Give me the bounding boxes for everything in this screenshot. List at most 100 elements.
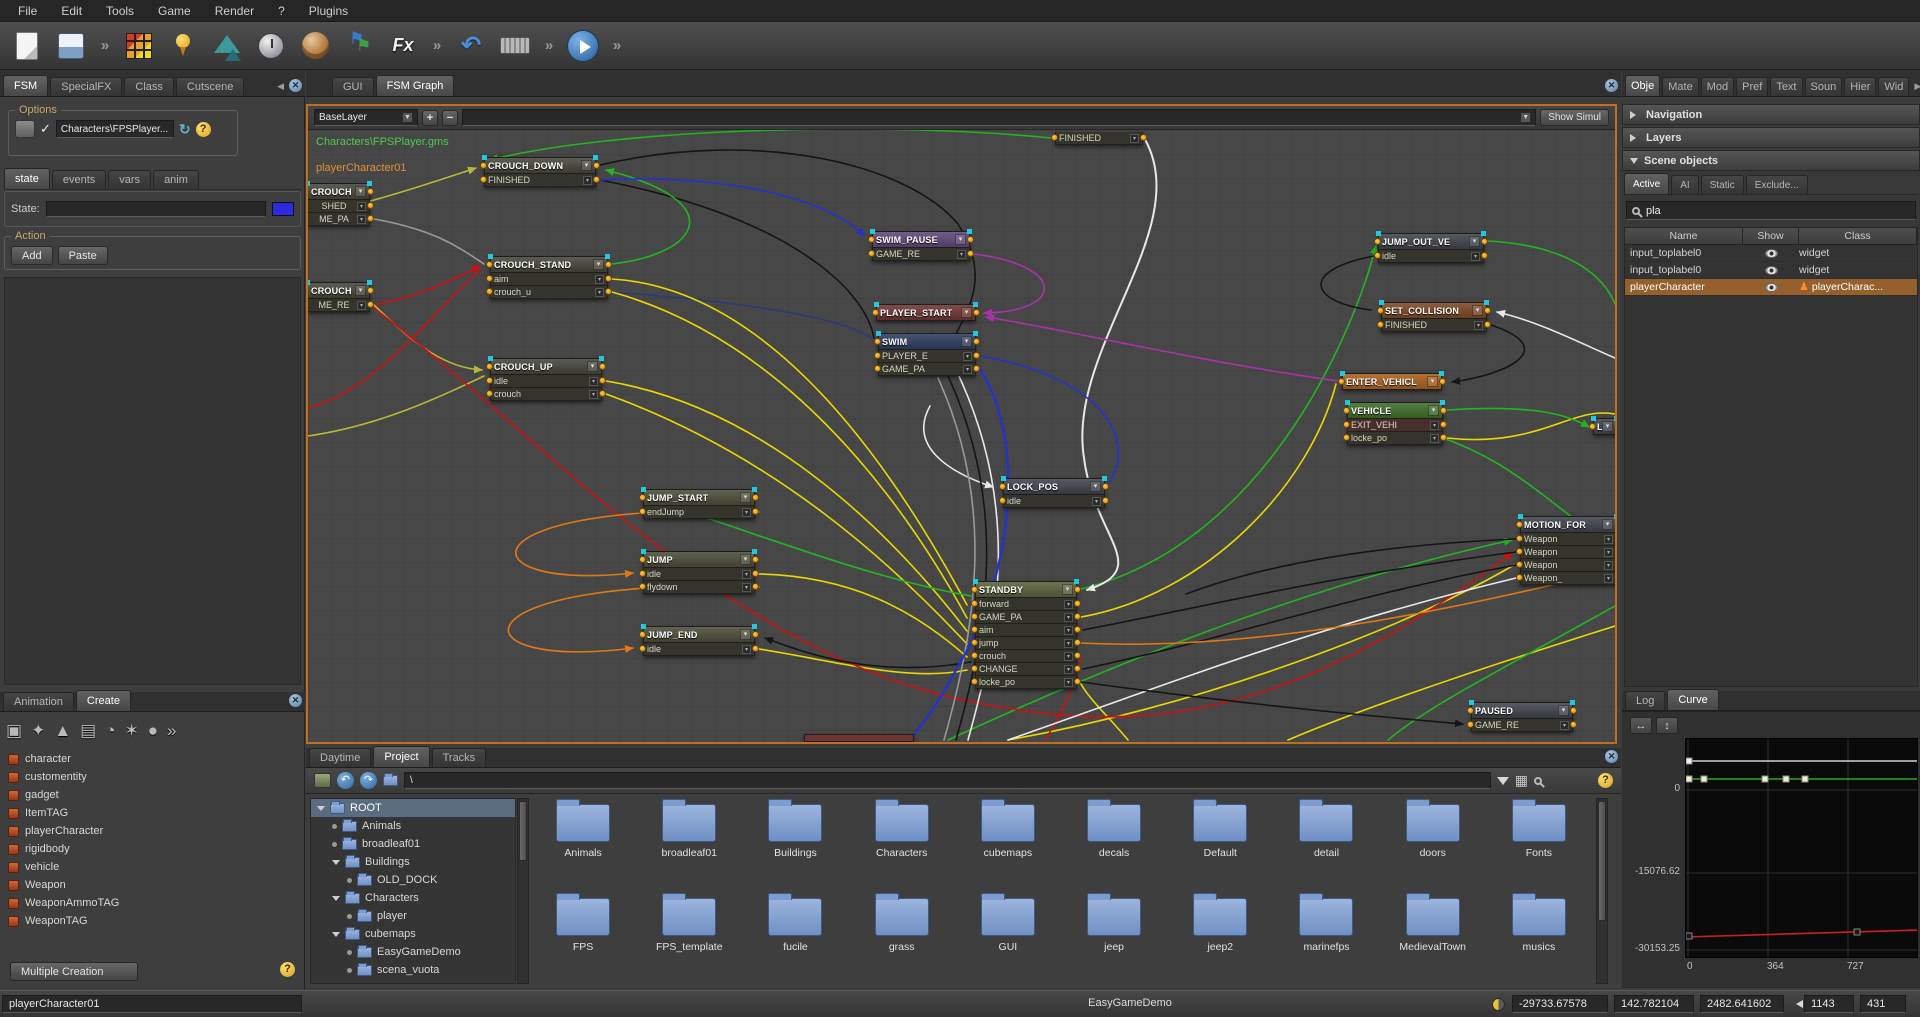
menu-item-file[interactable]: File bbox=[6, 0, 49, 22]
port-dot[interactable] bbox=[1074, 639, 1081, 646]
port-dot[interactable] bbox=[367, 202, 374, 209]
folder-item-broadleaf01[interactable]: broadleaf01 bbox=[636, 798, 742, 892]
port-dot[interactable] bbox=[599, 377, 606, 384]
folder-item-gui[interactable]: GUI bbox=[955, 892, 1061, 986]
port-dot[interactable] bbox=[1467, 721, 1474, 728]
folder-item-fps[interactable]: FPS bbox=[530, 892, 636, 986]
overflow-icon[interactable]: » bbox=[167, 721, 176, 741]
fsm-node-player-start[interactable]: PLAYER_START bbox=[876, 304, 976, 321]
tab-fsm[interactable]: FSM bbox=[3, 75, 48, 96]
eye-icon[interactable] bbox=[1765, 249, 1778, 258]
row-dropdown-icon[interactable] bbox=[595, 288, 604, 297]
tab-ai[interactable]: AI bbox=[1671, 175, 1698, 194]
row-dropdown-icon[interactable] bbox=[1560, 721, 1569, 730]
port-dot[interactable] bbox=[874, 338, 881, 345]
tree-item-cubemaps[interactable]: cubemaps bbox=[311, 925, 515, 943]
port-dot[interactable] bbox=[1051, 134, 1058, 141]
curve-line[interactable] bbox=[1686, 930, 1918, 937]
folder-item-buildings[interactable]: Buildings bbox=[742, 798, 848, 892]
import-icon[interactable] bbox=[314, 773, 331, 788]
port-dot[interactable] bbox=[639, 508, 646, 515]
node-transition-row[interactable]: crouch bbox=[490, 388, 602, 401]
port-dot[interactable] bbox=[1516, 574, 1523, 581]
port-dot[interactable] bbox=[486, 377, 493, 384]
tab-specialfx[interactable]: SpecialFX bbox=[50, 77, 122, 96]
row-dropdown-icon[interactable] bbox=[742, 583, 751, 592]
port-dot[interactable] bbox=[593, 162, 600, 169]
sphere-icon[interactable]: ● bbox=[148, 721, 158, 741]
port-dot[interactable] bbox=[486, 390, 493, 397]
node-dropdown-icon[interactable] bbox=[1062, 584, 1073, 595]
fsm-node-crouch[interactable]: CROUCHSHEDME_PA bbox=[308, 183, 370, 226]
node-title-bar[interactable]: SWIM bbox=[878, 333, 976, 350]
fsm-node-vehicle[interactable]: VEHICLEEXIT_VEHIlocke_po bbox=[1347, 402, 1443, 445]
row-dropdown-icon[interactable] bbox=[957, 250, 966, 259]
folder-up-icon[interactable] bbox=[383, 775, 398, 786]
multiple-creation-button[interactable]: Multiple Creation bbox=[10, 962, 138, 981]
port-dot[interactable] bbox=[1467, 707, 1474, 714]
port-dot[interactable] bbox=[1440, 434, 1447, 441]
port-dot[interactable] bbox=[605, 275, 612, 282]
row-dropdown-icon[interactable] bbox=[589, 377, 598, 386]
node-dropdown-icon[interactable] bbox=[955, 234, 966, 245]
port-dot[interactable] bbox=[1481, 252, 1488, 259]
curve-plot[interactable] bbox=[1685, 738, 1918, 958]
fsm-node-jump-start[interactable]: JUMP_STARTendJump bbox=[643, 489, 755, 519]
forward-icon[interactable]: ↷ bbox=[360, 772, 377, 789]
row-dropdown-icon[interactable] bbox=[1092, 497, 1101, 506]
folder-item-marinefps[interactable]: marinefps bbox=[1273, 892, 1379, 986]
port-dot[interactable] bbox=[1074, 600, 1081, 607]
node-title-bar[interactable]: JUMP_OUT_VE bbox=[1378, 233, 1484, 250]
port-dot[interactable] bbox=[752, 645, 759, 652]
node-transition-row[interactable]: idle bbox=[643, 568, 755, 581]
row-dropdown-icon[interactable] bbox=[742, 570, 751, 579]
path-field[interactable]: \ bbox=[404, 772, 1491, 789]
curve-keyframe[interactable] bbox=[1686, 758, 1692, 764]
curve-keyframe[interactable] bbox=[1701, 776, 1707, 782]
port-dot[interactable] bbox=[1516, 535, 1523, 542]
node-dropdown-icon[interactable] bbox=[1469, 236, 1480, 247]
row-dropdown-icon[interactable] bbox=[963, 365, 972, 374]
node-title-bar[interactable]: STANDBY bbox=[975, 581, 1077, 598]
expander-open-icon[interactable] bbox=[317, 806, 325, 815]
create-item-vehicle[interactable]: vehicle bbox=[2, 858, 302, 876]
tree-item-root[interactable]: ROOT bbox=[311, 799, 515, 817]
node-title-bar[interactable]: JUMP_START bbox=[643, 489, 755, 506]
node-dropdown-icon[interactable] bbox=[961, 336, 972, 347]
create-item-weapon[interactable]: Weapon bbox=[2, 876, 302, 894]
port-dot[interactable] bbox=[973, 309, 980, 316]
row-dropdown-icon[interactable] bbox=[583, 176, 592, 185]
timer-icon[interactable]: ◔ bbox=[105, 721, 115, 741]
fsm-node-lo[interactable]: LO bbox=[1593, 418, 1617, 435]
tab-static[interactable]: Static bbox=[1701, 175, 1744, 194]
node-transition-row[interactable]: PLAYER_E bbox=[878, 350, 976, 363]
node-transition-row[interactable]: flydown bbox=[643, 581, 755, 594]
folder-item-fonts[interactable]: Fonts bbox=[1486, 798, 1592, 892]
toolbar-clock-button[interactable] bbox=[252, 26, 290, 66]
node-dropdown-icon[interactable] bbox=[1602, 421, 1613, 432]
port-dot[interactable] bbox=[486, 288, 493, 295]
row-dropdown-icon[interactable] bbox=[357, 202, 366, 211]
toolbar-overflow-button[interactable]: » bbox=[540, 26, 558, 66]
port-dot[interactable] bbox=[1140, 134, 1147, 141]
scene-object-row[interactable]: input_toplabel0widget bbox=[1625, 262, 1917, 279]
row-dropdown-icon[interactable] bbox=[595, 275, 604, 284]
port-dot[interactable] bbox=[1074, 626, 1081, 633]
chevron-left-icon[interactable]: ◀ bbox=[274, 81, 287, 92]
folder-item-detail[interactable]: detail bbox=[1273, 798, 1379, 892]
scrollbar-thumb[interactable] bbox=[519, 801, 527, 861]
column-header-show[interactable]: Show bbox=[1743, 228, 1799, 244]
row-dropdown-icon[interactable] bbox=[1474, 321, 1483, 330]
port-dot[interactable] bbox=[967, 236, 974, 243]
node-dropdown-icon[interactable] bbox=[1602, 519, 1613, 530]
port-dot[interactable] bbox=[1377, 321, 1384, 328]
port-dot[interactable] bbox=[367, 301, 374, 308]
create-item-weaponammotag[interactable]: WeaponAmmoTAG bbox=[2, 894, 302, 912]
curve-keyframe[interactable] bbox=[1686, 933, 1692, 939]
row-dropdown-icon[interactable] bbox=[1064, 639, 1073, 648]
tab-cutscene[interactable]: Cutscene bbox=[176, 77, 244, 96]
folder-item-jeep2[interactable]: jeep2 bbox=[1167, 892, 1273, 986]
port-dot[interactable] bbox=[1516, 548, 1523, 555]
port-dot[interactable] bbox=[752, 556, 759, 563]
port-dot[interactable] bbox=[868, 250, 875, 257]
